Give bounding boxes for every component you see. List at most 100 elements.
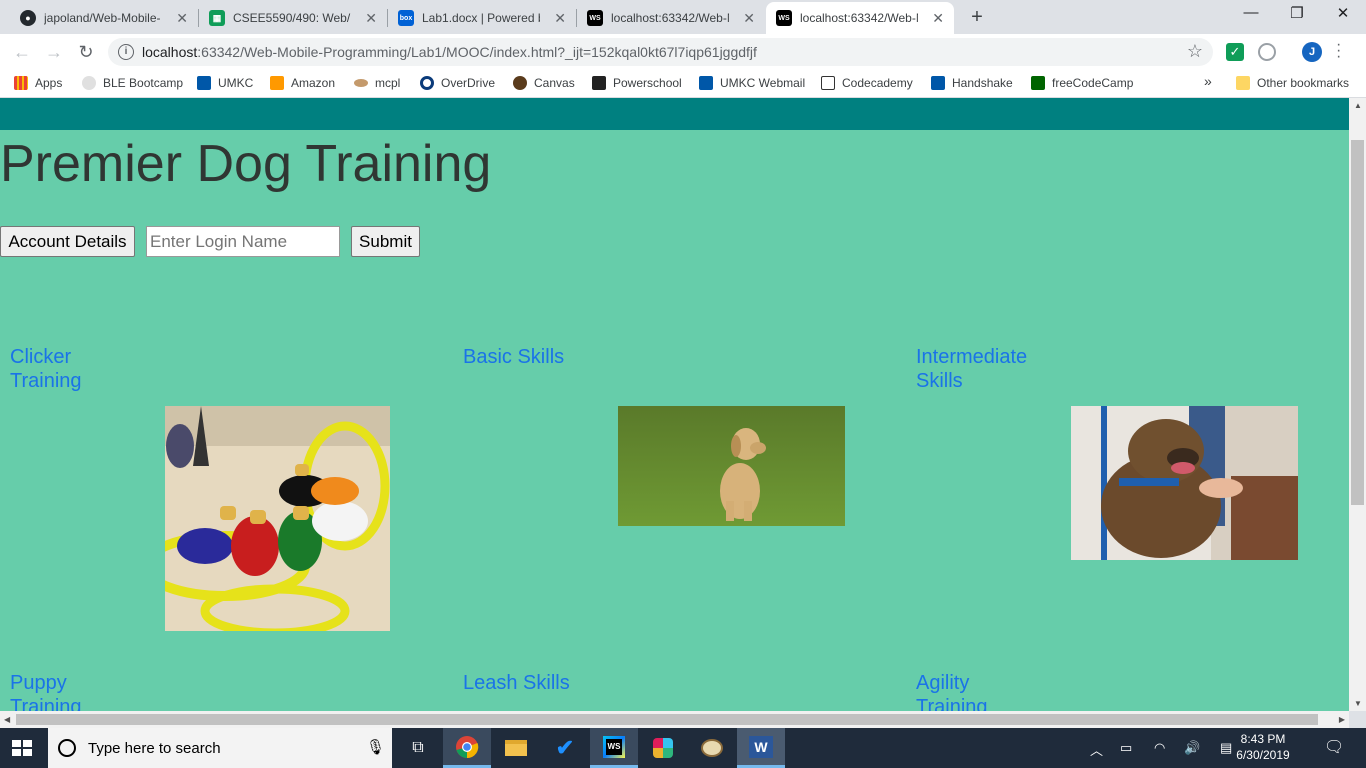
tab-localhost-active[interactable]: WS localhost:63342/Web-M ✕ [766, 2, 954, 34]
tab-github[interactable]: ● japoland/Web-Mobile- ✕ [10, 2, 198, 34]
course-title-line: Skills [916, 370, 963, 392]
menu-kebab-icon[interactable]: · · · [1336, 37, 1346, 65]
bookmark-apps[interactable]: Apps [14, 76, 62, 90]
bookmark-ble-bootcamp[interactable]: BLE Bootcamp [82, 76, 183, 90]
bookmarks-overflow-chevron-icon[interactable]: » [1204, 73, 1212, 89]
umkc-icon [197, 76, 211, 90]
scroll-down-arrow-icon[interactable]: ▼ [1354, 699, 1362, 708]
bookmark-canvas[interactable]: Canvas [513, 76, 575, 90]
powerschool-icon [592, 76, 606, 90]
checkmark-extension-icon[interactable]: ✓ [1226, 43, 1244, 61]
reload-icon[interactable]: ↻ [74, 40, 98, 64]
course-link-leash-skills[interactable]: Leash Skills [463, 671, 623, 695]
bookmark-codecademy[interactable]: Codecademy [821, 76, 913, 90]
bookmark-label: Powerschool [613, 76, 682, 90]
address-bar[interactable]: i localhost:63342/Web-Mobile-Programming… [108, 38, 1213, 66]
avatar[interactable]: J [1302, 42, 1322, 62]
bookmark-overdrive[interactable]: OverDrive [420, 76, 495, 90]
taskbar-search-box[interactable]: Type here to search 🎙 [48, 728, 392, 768]
tab-localhost-1[interactable]: WS localhost:63342/Web-M ✕ [577, 2, 765, 34]
close-icon[interactable]: ✕ [932, 10, 944, 27]
course-link-clicker-training[interactable]: Clicker Training [10, 345, 100, 393]
system-clock[interactable]: 8:43 PM 6/30/2019 [1226, 731, 1300, 763]
bookmark-label: Other bookmarks [1257, 76, 1350, 90]
vertical-scrollbar[interactable]: ▲ ▼ [1349, 98, 1366, 711]
course-link-agility-training[interactable]: Agility Training [916, 671, 1006, 711]
scroll-up-arrow-icon[interactable]: ▲ [1354, 101, 1362, 110]
windows-start-icon[interactable] [12, 740, 32, 756]
url-text[interactable]: localhost:63342/Web-Mobile-Programming/L… [142, 44, 757, 60]
bookmark-powerschool[interactable]: Powerschool [592, 76, 682, 90]
forward-arrow-icon[interactable]: → [42, 40, 66, 64]
back-arrow-icon[interactable]: ← [10, 40, 34, 64]
file-explorer-taskbar-icon[interactable] [492, 728, 540, 768]
search-icon [58, 739, 76, 757]
bookmark-umkc-webmail[interactable]: UMKC Webmail [699, 76, 805, 90]
bookmark-handshake[interactable]: Handshake [931, 76, 1013, 90]
handshake-icon [931, 76, 945, 90]
scroll-left-arrow-icon[interactable]: ◀ [4, 715, 10, 724]
folder-icon [1236, 76, 1250, 90]
bookmark-label: mcpl [375, 76, 401, 90]
vertical-scroll-thumb[interactable] [1351, 140, 1364, 505]
chrome-taskbar-icon[interactable] [443, 728, 491, 768]
webstorm-taskbar-icon[interactable]: WS [590, 728, 638, 768]
scroll-right-arrow-icon[interactable]: ▶ [1339, 715, 1345, 724]
window-close-button[interactable]: ✕ [1328, 4, 1358, 22]
minimize-button[interactable]: — [1236, 4, 1266, 21]
tab-title: Lab1.docx | Powered by [422, 11, 540, 25]
course-title-line: Basic Skills [463, 346, 565, 368]
bookmark-mcpl[interactable]: mcpl [354, 76, 400, 90]
course-link-puppy-training[interactable]: Puppy Training [10, 671, 100, 711]
bookmark-umkc[interactable]: UMKC [197, 76, 253, 90]
microphone-icon[interactable]: 🎙 [366, 738, 385, 756]
paint-taskbar-icon[interactable] [688, 728, 736, 768]
slack-taskbar-icon[interactable] [639, 728, 687, 768]
word-taskbar-icon[interactable]: W [737, 728, 785, 768]
bookmark-label: UMKC [218, 76, 254, 90]
submit-button[interactable]: Submit [351, 226, 420, 257]
new-tab-button[interactable]: + [966, 6, 988, 29]
url-path: :63342/Web-Mobile-Programming/Lab1/MOOC/… [197, 44, 757, 60]
close-icon[interactable]: ✕ [365, 10, 377, 27]
tab-course-sheet[interactable]: ▦ CSEE5590/490: Web/M ✕ [199, 2, 387, 34]
course-title-line: Puppy [10, 672, 67, 694]
bookmark-other-bookmarks[interactable]: Other bookmarks [1236, 76, 1349, 90]
course-link-basic-skills[interactable]: Basic Skills [463, 345, 623, 369]
bookmark-label: Apps [35, 76, 63, 90]
course-title-line: Training [916, 696, 988, 711]
tab-title: japoland/Web-Mobile- [44, 11, 161, 25]
task-view-icon[interactable]: ⧉ [394, 728, 442, 768]
horizontal-scrollbar[interactable]: ◀ ▶ [0, 711, 1349, 728]
horizontal-scroll-thumb[interactable] [16, 714, 1318, 725]
account-details-button[interactable]: Account Details [0, 226, 135, 257]
course-link-intermediate-skills[interactable]: Intermediate Skills [916, 345, 1076, 393]
bookmark-freecodecamp[interactable]: freeCodeCamp [1031, 76, 1133, 90]
notifications-icon[interactable]: 🗨 [1324, 737, 1344, 757]
webstorm-icon: WS [603, 735, 625, 758]
restore-button[interactable]: ❐ [1282, 4, 1312, 22]
info-icon[interactable]: i [118, 44, 134, 60]
bookmark-label: Handshake [952, 76, 1013, 90]
battery-icon[interactable]: ▭ [1120, 740, 1132, 756]
close-icon[interactable]: ✕ [176, 10, 188, 27]
todo-checkmark-icon[interactable]: ✔ [541, 728, 589, 768]
bookmark-label: BLE Bootcamp [103, 76, 184, 90]
close-icon[interactable]: ✕ [554, 10, 566, 27]
course-title-line: Training [10, 696, 82, 711]
codecademy-icon [821, 76, 835, 90]
wifi-icon[interactable]: ◠ [1154, 740, 1165, 756]
tab-lab1-docx[interactable]: box Lab1.docx | Powered by ✕ [388, 2, 576, 34]
dog-giving-paw-picture [1071, 406, 1298, 560]
extension-circle-icon[interactable] [1258, 43, 1276, 61]
page-title: Premier Dog Training [0, 135, 492, 193]
bookmark-star-icon[interactable]: ☆ [1187, 41, 1203, 62]
bookmark-amazon[interactable]: Amazon [270, 76, 335, 90]
bookmarks-bar: Apps BLE Bootcamp UMKC Amazon mcpl OverD… [0, 70, 1366, 98]
show-hidden-icons-chevron-icon[interactable]: ︿ [1090, 740, 1103, 759]
login-name-input[interactable] [146, 226, 340, 257]
header-band [0, 98, 1349, 130]
volume-icon[interactable]: 🔊 [1184, 740, 1200, 756]
close-icon[interactable]: ✕ [743, 10, 755, 27]
apps-grid-icon [14, 76, 28, 90]
